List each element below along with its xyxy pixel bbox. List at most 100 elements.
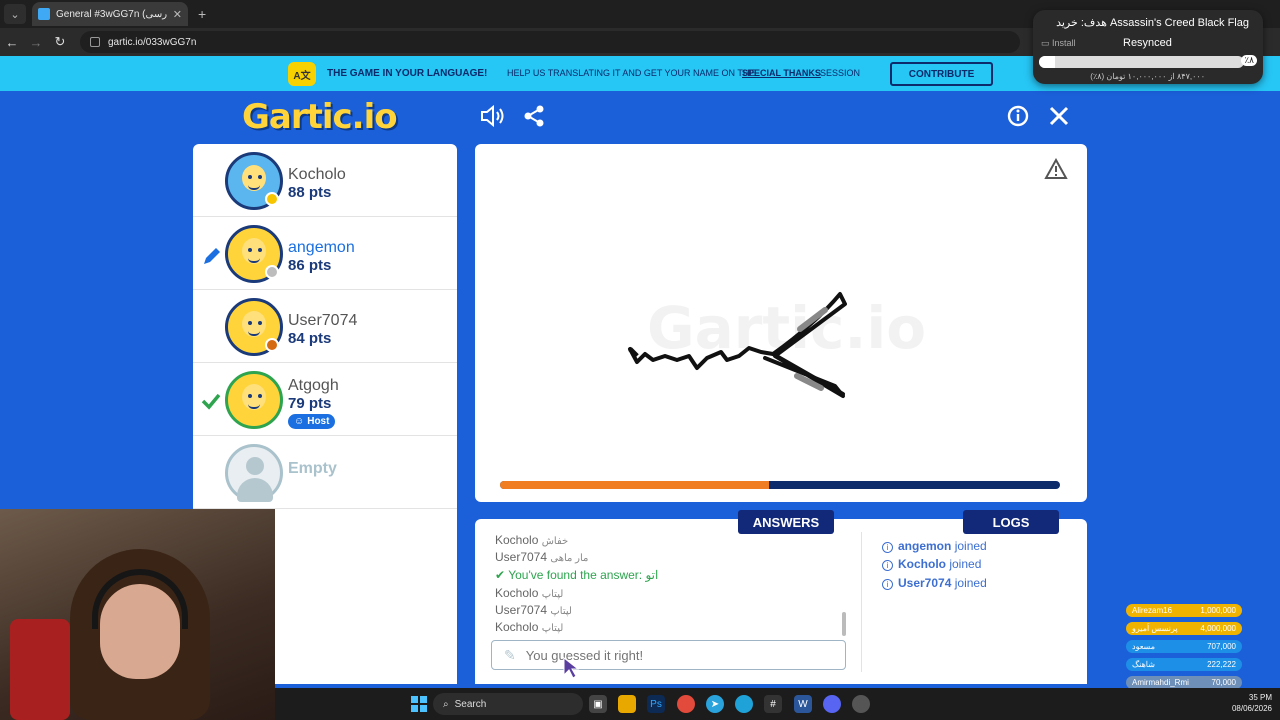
browser-tab[interactable]: General #3wGG7n (فارسی) - Gar ✕ — [32, 2, 188, 26]
info-icon: i — [882, 542, 893, 553]
banner-headline: THE GAME IN YOUR LANGUAGE! — [327, 68, 488, 79]
answer-item: Kocholo خفاش — [495, 533, 569, 547]
log-item: i Kocholo joined — [882, 557, 981, 571]
leaderboard-value: 222,222 — [1207, 660, 1236, 669]
file-explorer-icon[interactable] — [618, 695, 636, 713]
leaderboard-row: مسعود 707,000 — [1126, 640, 1242, 653]
avatar — [225, 371, 283, 429]
empty-slot: Empty — [193, 436, 457, 509]
log-item: i User7074 joined — [882, 576, 987, 590]
task-view-icon[interactable]: ▣ — [589, 695, 607, 713]
leaderboard-name: Alirezam16 — [1132, 606, 1173, 615]
status-badge — [265, 192, 279, 206]
url-bar[interactable]: gartic.io/033wGG7n — [80, 31, 1020, 53]
leaderboard-name: مسعود — [1132, 642, 1155, 651]
player-name: User7074 — [288, 312, 358, 329]
goal-amount: ۸۴۷,۰۰۰ از ۱۰,۰۰۰,۰۰۰ تومان (۸٪) — [1090, 72, 1205, 81]
checkmark-icon — [201, 391, 221, 416]
tab-search-menu-icon[interactable]: ⌄ — [4, 4, 26, 24]
goal-progress-fill — [1039, 56, 1056, 68]
taskbar-search[interactable]: ⌕ Search — [433, 693, 583, 715]
leaderboard-row: شاهنگ 222,222 — [1126, 658, 1242, 671]
leaderboard-value: 4,000,000 — [1200, 624, 1236, 633]
forward-icon[interactable]: → — [24, 35, 48, 50]
empty-avatar-icon — [225, 444, 283, 502]
resynced-label: Resynced — [1123, 37, 1172, 49]
clock-date: 08/06/2026 — [1231, 704, 1272, 713]
photoshop-icon[interactable]: Ps — [647, 695, 665, 713]
player-points: 86 pts — [288, 257, 332, 274]
special-thanks-link[interactable]: SPECIAL THANKS — [742, 68, 821, 78]
player-points: 84 pts — [288, 330, 332, 347]
contribute-button[interactable]: CONTRIBUTE — [890, 62, 993, 86]
player-name: Kocholo — [288, 166, 346, 183]
obs-icon[interactable] — [852, 695, 870, 713]
site-info-icon[interactable] — [90, 37, 100, 47]
host-label: Host — [307, 416, 330, 427]
player-row[interactable]: User7074 84 pts — [193, 290, 457, 363]
mouse-cursor-icon — [563, 657, 579, 679]
drawing-canvas[interactable]: Gartic.io — [475, 144, 1087, 502]
player-row[interactable]: Atgogh 79 pts ☺ Host — [193, 363, 457, 436]
goal-title: هدف: خرید Assassin's Creed Black Flag — [1056, 17, 1249, 29]
status-badge — [265, 338, 279, 352]
leaderboard-name: شاهنگ — [1132, 660, 1155, 669]
info-icon[interactable] — [1005, 103, 1031, 129]
tab-close-icon[interactable]: ✕ — [173, 8, 182, 21]
back-icon[interactable]: ← — [0, 35, 24, 50]
goal-progress-bar — [1039, 56, 1244, 68]
leaderboard-value: 70,000 — [1211, 678, 1236, 687]
answer-input-box[interactable]: ✎ — [491, 640, 846, 670]
taskbar-clock[interactable]: 35 PM 08/06/2026 — [1224, 692, 1272, 714]
discord-icon[interactable] — [823, 695, 841, 713]
sound-icon[interactable] — [480, 103, 506, 129]
telegram-icon[interactable]: ➤ — [706, 695, 724, 713]
empty-label: Empty — [288, 460, 337, 477]
answer-item: Kocholo لپتاپ — [495, 586, 564, 600]
leaderboard-row: Alirezam16 1,000,000 — [1126, 604, 1242, 617]
close-icon[interactable] — [1046, 103, 1072, 129]
tab-answers[interactable]: ANSWERS — [738, 510, 834, 534]
tab-logs[interactable]: LOGS — [963, 510, 1059, 534]
windows-start-icon[interactable] — [410, 695, 428, 713]
answers-scrollbar[interactable] — [842, 612, 846, 636]
word-icon[interactable]: W — [794, 695, 812, 713]
search-icon: ⌕ — [443, 698, 449, 710]
leaderboard-value: 707,000 — [1207, 642, 1236, 651]
edge-icon[interactable] — [735, 695, 753, 713]
player-name: Atgogh — [288, 377, 339, 394]
player-row[interactable]: angemon 86 pts — [193, 217, 457, 290]
chrome-icon[interactable] — [677, 695, 695, 713]
log-item: i angemon joined — [882, 539, 987, 553]
install-button[interactable]: ▭ Install — [1041, 38, 1076, 49]
banner-text-end: SESSION — [820, 68, 861, 78]
screen: ⌄ General #3wGG7n (فارسی) - Gar ✕ + ← → … — [0, 0, 1280, 720]
language-icon: A文 — [288, 62, 316, 86]
gartic-favicon-icon — [38, 8, 50, 20]
answer-item: Kocholo لپتاپ — [495, 620, 564, 634]
pencil-icon — [201, 245, 223, 272]
leaderboard-value: 1,000,000 — [1200, 606, 1236, 615]
banner-text: HELP US TRANSLATING IT AND GET YOUR NAME… — [507, 68, 756, 78]
chat-divider — [861, 532, 862, 672]
report-warning-icon[interactable] — [1044, 157, 1068, 186]
goal-percent: ٪۸ — [1241, 55, 1257, 66]
info-icon: i — [882, 579, 893, 590]
answer-item: User7074 مار ماهی — [495, 550, 589, 564]
leaderboard-row: پرنسس اَمیرو 4,000,000 — [1126, 622, 1242, 635]
host-badge: ☺ Host — [288, 414, 336, 429]
pencil-icon: ✎ — [504, 646, 516, 663]
answer-found-item: ✔ You've found the answer: اتو — [495, 568, 659, 582]
app-icon[interactable]: # — [764, 695, 782, 713]
share-icon[interactable] — [521, 103, 547, 129]
clock-time: 35 PM — [1248, 693, 1272, 702]
leaderboard-name: پرنسس اَمیرو — [1132, 624, 1178, 633]
tab-title: General #3wGG7n (فارسی) - Gar — [56, 8, 167, 20]
info-icon: i — [882, 560, 893, 571]
new-tab-icon[interactable]: + — [198, 6, 206, 22]
timer-fill — [500, 481, 769, 489]
gartic-logo: Gartic.io — [242, 97, 398, 137]
drawing-strokes — [628, 292, 847, 398]
player-row[interactable]: Kocholo 88 pts — [193, 144, 457, 217]
reload-icon[interactable]: ↻ — [48, 34, 72, 50]
